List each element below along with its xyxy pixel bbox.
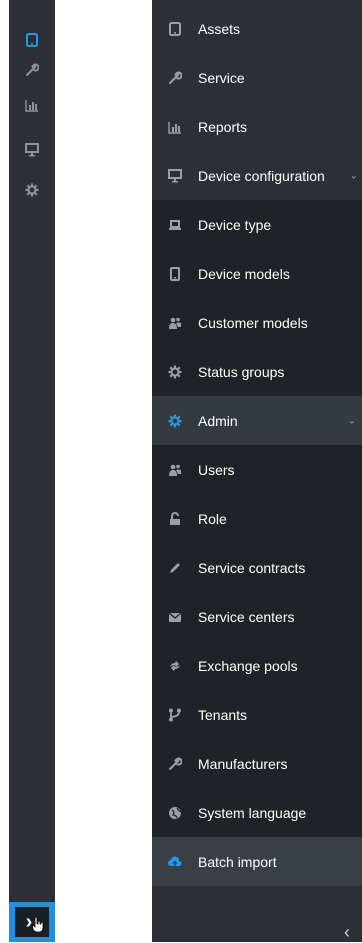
chevron-down-icon: ⌄ (347, 415, 356, 426)
gear-icon (168, 414, 182, 428)
nav-item-label: Assets (198, 20, 241, 37)
nav-item-label: Customer models (198, 314, 308, 331)
nav-item-label: Service (198, 69, 245, 86)
tablet-icon (168, 21, 182, 36)
nav-item-tenants[interactable]: Tenants (152, 690, 362, 739)
nav-item-label: System language (198, 804, 307, 821)
cloud-upload-icon (168, 855, 182, 869)
nav-item-system-language[interactable]: System language (152, 788, 362, 837)
bar-chart-icon (168, 120, 182, 134)
wrench-icon (168, 71, 182, 85)
bar-chart-icon[interactable] (9, 90, 55, 120)
collapse-sidebar-button[interactable]: ‹ (152, 922, 362, 942)
nav-item-label: Service contracts (198, 559, 306, 576)
nav-item-label: Device models (198, 265, 290, 282)
nav-item-exchange-pools[interactable]: Exchange pools (152, 641, 362, 690)
monitor-icon[interactable] (9, 135, 55, 165)
nav-item-label: Exchange pools (198, 657, 298, 674)
hand-cursor-icon (32, 917, 44, 933)
nav-group-admin[interactable]: Admin ⌄ (152, 396, 362, 445)
lock-icon (168, 511, 182, 526)
nav-item-service-centers[interactable]: Service centers (152, 592, 362, 641)
envelope-icon (168, 610, 182, 624)
nav-item-label: Device configuration (198, 167, 325, 184)
laptop-icon (168, 218, 182, 232)
nav-item-status-groups[interactable]: Status groups (152, 347, 362, 396)
tablet-icon (168, 266, 182, 281)
monitor-icon (168, 168, 182, 183)
gear-icon[interactable] (9, 175, 55, 205)
nav-item-service-contracts[interactable]: Service contracts (152, 543, 362, 592)
nav-item-label: Users (198, 461, 235, 478)
tablet-icon[interactable] (9, 25, 55, 55)
wrench-icon (168, 757, 182, 771)
wrench-icon[interactable] (9, 55, 55, 85)
nav-item-batch-import[interactable]: Batch import (152, 837, 362, 886)
chevron-left-icon: ‹ (344, 921, 350, 942)
pencil-icon (168, 561, 182, 575)
nav-item-label: Status groups (198, 363, 285, 380)
expand-sidebar-button[interactable]: › (9, 902, 55, 942)
fork-icon (168, 708, 182, 722)
nav-item-label: Manufacturers (198, 755, 288, 772)
users-icon (168, 463, 182, 477)
nav-item-role[interactable]: Role (152, 494, 362, 543)
chevron-down-icon: ⌄ (349, 170, 358, 181)
globe-icon (168, 806, 182, 820)
nav-item-label: Role (198, 510, 227, 527)
nav-item-reports[interactable]: Reports (152, 102, 362, 151)
expanded-sidebar: Assets Service Reports Device configurat… (152, 0, 362, 942)
nav-item-device-type[interactable]: Device type (152, 200, 362, 249)
nav-item-label: Batch import (198, 853, 277, 870)
nav-item-manufacturers[interactable]: Manufacturers (152, 739, 362, 788)
nav-item-label: Reports (198, 118, 248, 135)
nav-item-label: Admin (198, 412, 238, 429)
nav-item-label: Device type (198, 216, 272, 233)
nav-group-device-configuration[interactable]: Device configuration ⌄ (152, 151, 362, 200)
exchange-icon (168, 659, 182, 673)
nav-item-assets[interactable]: Assets (152, 4, 362, 53)
nav-item-device-models[interactable]: Device models (152, 249, 362, 298)
nav-item-service[interactable]: Service (152, 53, 362, 102)
nav-item-users[interactable]: Users (152, 445, 362, 494)
nav-item-label: Tenants (198, 706, 248, 723)
users-icon (168, 316, 182, 330)
gear-icon (168, 365, 182, 379)
nav-item-customer-models[interactable]: Customer models (152, 298, 362, 347)
nav-item-label: Service centers (198, 608, 295, 625)
collapsed-sidebar (9, 0, 55, 942)
